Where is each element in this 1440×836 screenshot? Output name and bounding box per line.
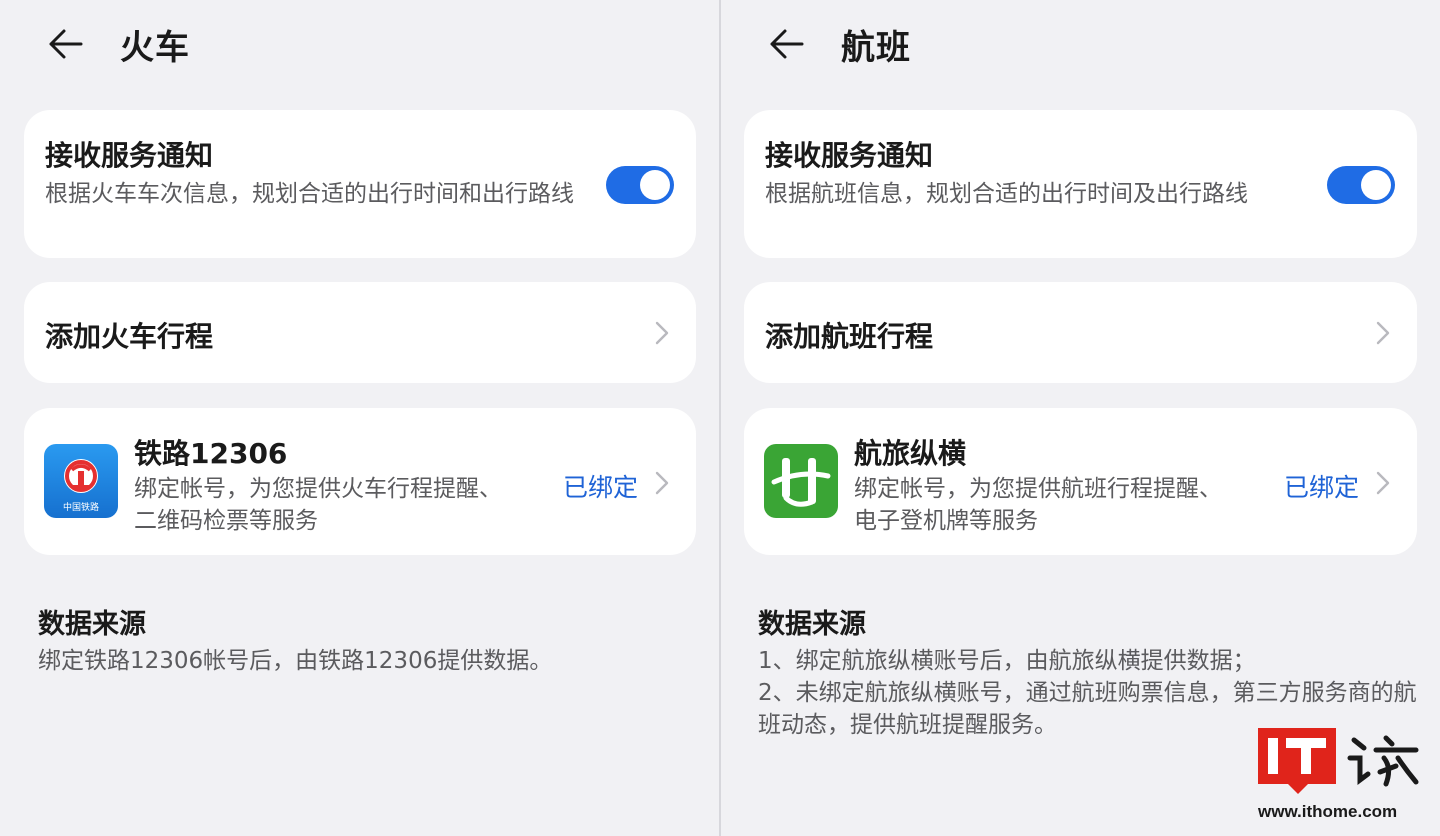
app-icon-caption: 中国铁路 bbox=[62, 503, 99, 513]
chevron-right-icon bbox=[655, 321, 669, 345]
bound-status: 已绑定 bbox=[1283, 473, 1359, 502]
notify-card: 接收服务通知 根据火车车次信息，规划合适的出行时间和出行路线 bbox=[24, 110, 696, 258]
account-name: 铁路12306 bbox=[134, 437, 288, 470]
data-source-line: 绑定铁路12306帐号后，由铁路12306提供数据。 bbox=[38, 648, 553, 674]
page-title: 航班 bbox=[841, 27, 911, 68]
notify-card: 接收服务通知 根据航班信息，规划合适的出行时间及出行路线 bbox=[744, 110, 1417, 258]
chevron-right-icon bbox=[1376, 321, 1390, 345]
data-source-title: 数据来源 bbox=[38, 609, 146, 640]
toggle-knob bbox=[640, 170, 670, 200]
bound-status: 已绑定 bbox=[562, 473, 638, 502]
notify-description: 根据火车车次信息，规划合适的出行时间和出行路线 bbox=[45, 181, 574, 207]
account-name: 航旅纵横 bbox=[854, 437, 967, 470]
data-source-text: 1、绑定航旅纵横账号后，由航旅纵横提供数据； 2、未绑定航旅纵横账号，通过航班购… bbox=[758, 645, 1418, 741]
notify-title: 接收服务通知 bbox=[765, 139, 934, 172]
account-binding-item[interactable]: 中国铁路 铁路12306 绑定帐号，为您提供火车行程提醒、二维码检票等服务 已绑… bbox=[24, 408, 696, 555]
china-railway-logo-icon: 中国铁路 bbox=[44, 444, 118, 518]
flight-panel: 航班 接收服务通知 根据航班信息，规划合适的出行时间及出行路线 添加航班行程 航… bbox=[721, 0, 1440, 836]
account-description: 绑定帐号，为您提供火车行程提醒、二维码检票等服务 bbox=[134, 476, 502, 534]
notify-description: 根据航班信息，规划合适的出行时间及出行路线 bbox=[765, 181, 1248, 207]
toggle-knob bbox=[1361, 170, 1391, 200]
page-title: 火车 bbox=[120, 27, 190, 68]
ithome-watermark: www.ithome.com bbox=[1258, 728, 1422, 828]
data-source-title: 数据来源 bbox=[758, 609, 866, 640]
add-trip-label: 添加火车行程 bbox=[45, 320, 214, 353]
account-description: 绑定帐号，为您提供航班行程提醒、电子登机牌等服务 bbox=[854, 476, 1222, 534]
header: 航班 bbox=[767, 18, 911, 70]
ithome-calligraphy-icon bbox=[1347, 735, 1419, 787]
chevron-right-icon bbox=[655, 471, 669, 495]
data-source-line: 1、绑定航旅纵横账号后，由航旅纵横提供数据； bbox=[758, 648, 1256, 674]
add-trip-item[interactable]: 添加航班行程 bbox=[744, 282, 1417, 383]
watermark-url: www.ithome.com bbox=[1258, 802, 1398, 821]
chevron-right-icon bbox=[1376, 471, 1390, 495]
ithome-logo-icon bbox=[1258, 728, 1336, 794]
notify-toggle[interactable] bbox=[1327, 166, 1395, 204]
header: 火车 bbox=[46, 18, 190, 70]
notify-title: 接收服务通知 bbox=[45, 139, 214, 172]
arrow-left-icon[interactable] bbox=[46, 26, 84, 62]
add-trip-item[interactable]: 添加火车行程 bbox=[24, 282, 696, 383]
account-binding-item[interactable]: 航旅纵横 绑定帐号，为您提供航班行程提醒、电子登机牌等服务 已绑定 bbox=[744, 408, 1417, 555]
hanglv-zongheng-logo-icon bbox=[764, 444, 838, 518]
data-source-text: 绑定铁路12306帐号后，由铁路12306提供数据。 bbox=[38, 645, 698, 677]
notify-toggle[interactable] bbox=[606, 166, 674, 204]
train-panel: 火车 接收服务通知 根据火车车次信息，规划合适的出行时间和出行路线 添加火车行程 bbox=[0, 0, 720, 836]
arrow-left-icon[interactable] bbox=[767, 26, 805, 62]
add-trip-label: 添加航班行程 bbox=[765, 320, 934, 353]
